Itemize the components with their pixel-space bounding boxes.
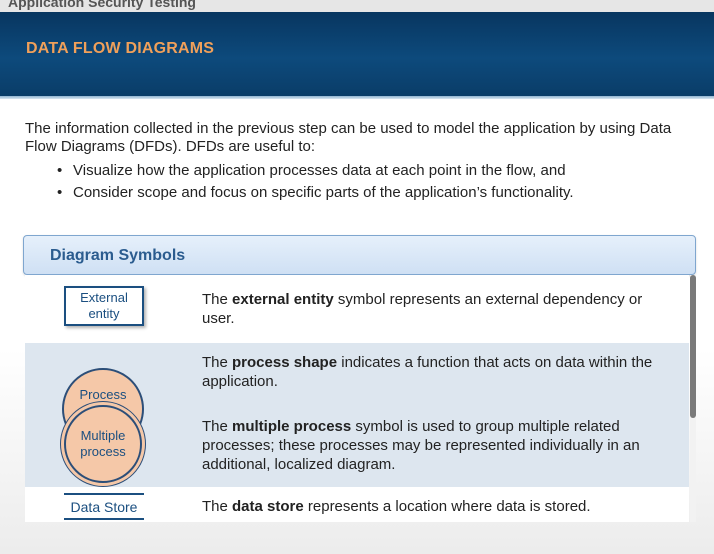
intro-bullet-list: Visualize how the application processes … <box>57 160 697 204</box>
panel-title: Diagram Symbols <box>50 247 186 264</box>
intro-paragraph: The information collected in the previou… <box>25 120 672 155</box>
symbol-row-data-store: Data Store The data store represents a l… <box>25 487 689 522</box>
data-store-description: The data store represents a location whe… <box>202 498 591 515</box>
window-title: Application Security Testing <box>8 0 196 10</box>
multiple-process-symbol-icon: Multiple process <box>64 405 142 483</box>
content-area: The information collected in the previou… <box>0 99 714 554</box>
scrollbar-thumb[interactable] <box>690 275 696 418</box>
external-entity-description: The external entity symbol represents an… <box>202 291 643 327</box>
process-symbol-label: Process <box>79 387 127 402</box>
page-header: DATA FLOW DIAGRAMS <box>0 12 714 96</box>
data-store-symbol-icon: Data Store <box>64 493 144 520</box>
window-title-bar: Application Security Testing <box>0 0 714 12</box>
symbol-row-process: Process Multiple process The process sha… <box>25 343 689 487</box>
symbol-row-external-entity: External entity The external entity symb… <box>25 275 689 343</box>
external-entity-symbol-label: External entity <box>80 290 128 321</box>
symbols-table: External entity The external entity symb… <box>25 275 689 522</box>
data-store-symbol-label: Data Store <box>70 498 138 515</box>
process-description: The process shape indicates a function t… <box>202 354 653 390</box>
bullet-item: Consider scope and focus on specific par… <box>57 182 697 204</box>
symbols-scrollbar[interactable] <box>690 275 696 522</box>
external-entity-symbol-icon: External entity <box>64 286 144 326</box>
page-title: DATA FLOW DIAGRAMS <box>26 40 215 57</box>
multiple-process-description: The multiple process symbol is used to g… <box>202 418 640 473</box>
diagram-symbols-panel-header: Diagram Symbols <box>23 235 696 275</box>
multiple-process-symbol-label: Multiple process <box>80 428 126 459</box>
bullet-item: Visualize how the application processes … <box>57 160 697 182</box>
